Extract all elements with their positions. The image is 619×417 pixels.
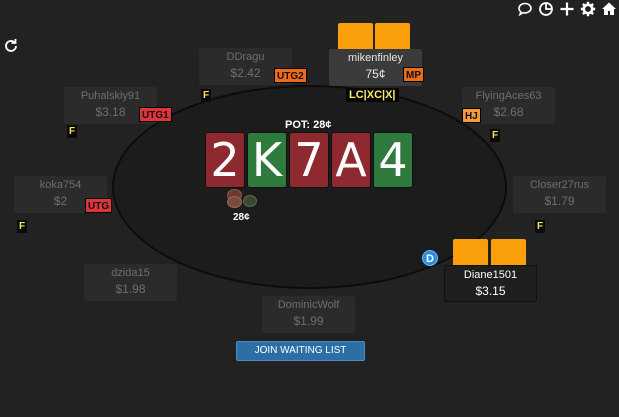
board-card: 7 [289,132,329,188]
position-badge: HJ [462,108,481,123]
action-indicator: LC|XC|X| [346,88,399,102]
join-waiting-list-button[interactable]: JOIN WAITING LIST [236,341,365,361]
action-indicator: F [17,220,27,233]
board-card: 4 [373,132,413,188]
position-badge: UTG1 [139,107,172,122]
player-name: Puhalskiy91 [80,90,141,102]
gear-icon[interactable] [580,1,596,17]
board-card: A [331,132,371,188]
board-card: 2 [205,132,245,188]
pot-amount: 28¢ [233,212,250,223]
player-name: mikenfinley [347,52,404,64]
chip-stack [243,195,257,207]
seat-diane1501[interactable]: Diane1501 $3.15 [444,265,537,302]
home-icon[interactable] [601,1,617,17]
position-badge: UTG [85,198,113,213]
action-indicator: F [535,220,545,233]
player-stack: $1.99 [293,314,324,328]
player-name: DDragu [226,51,265,63]
dealer-button: D [422,250,438,266]
player-stack: $1.98 [115,282,146,296]
position-badge: UTG2 [274,68,307,83]
plus-icon[interactable] [559,1,575,17]
position-badge: MP [403,67,424,82]
player-name: Diane1501 [463,269,518,281]
stats-icon[interactable] [538,1,554,17]
player-stack: $3.15 [475,284,506,298]
action-indicator: F [201,89,211,102]
action-indicator: F [67,125,77,138]
player-name: DominicWolf [277,299,340,311]
player-stack: $1.79 [544,194,575,208]
action-indicator: F [490,129,500,142]
player-name: FlyingAces63 [475,90,542,102]
community-cards: 2 K 7 A 4 [205,132,413,188]
player-name: dzida15 [111,267,150,279]
player-name: koka754 [39,179,82,191]
seat-closer27rus[interactable]: Closer27rus $1.79 [513,176,606,213]
seat-dzida15[interactable]: dzida15 $1.98 [84,264,177,301]
pot-label: POT: 28¢ [285,119,332,131]
refresh-icon[interactable] [2,37,20,55]
top-toolbar [517,1,619,17]
chat-icon[interactable] [517,1,533,17]
chip-stack [227,196,242,208]
seat-dominicwolf[interactable]: DominicWolf $1.99 [262,296,355,333]
board-card: K [247,132,287,188]
player-name: Closer27rus [529,179,590,191]
